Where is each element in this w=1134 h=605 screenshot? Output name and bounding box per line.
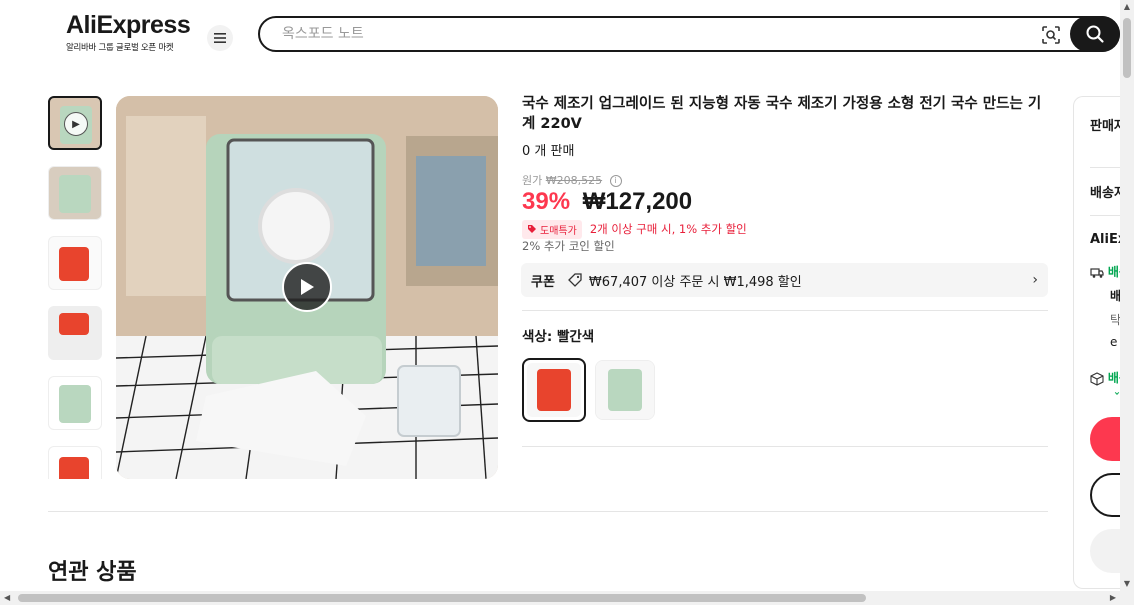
color-swatch-red[interactable] <box>522 358 586 422</box>
delivery-row: e <box>1110 335 1118 349</box>
main-product-image[interactable] <box>116 96 498 479</box>
scroll-thumb[interactable] <box>1123 18 1131 78</box>
thumbnail-product <box>59 457 89 479</box>
coupon-bar[interactable]: 쿠폰 ₩67,407 이상 주문 시 ₩1,498 할인 › <box>521 263 1048 297</box>
thumbnail-product <box>59 175 91 213</box>
wholesale-text: 2개 이상 구매 시, 1% 추가 할인 <box>589 222 747 236</box>
wholesale-row: 도매특가 2개 이상 구매 시, 1% 추가 할인 <box>522 219 747 239</box>
scroll-thumb[interactable] <box>18 594 866 602</box>
divider <box>522 310 1048 311</box>
related-products-title: 연관 상품 <box>48 560 137 585</box>
thumbnail-image[interactable] <box>48 446 102 479</box>
truck-icon <box>1090 267 1104 278</box>
swatch-product <box>608 369 642 411</box>
aliexpress-logo[interactable]: AliExpress 알리바바 그룹 글로벌 오픈 마켓 <box>66 11 191 53</box>
box-icon <box>1090 371 1104 386</box>
price-row: 39% ₩127,200 <box>522 188 692 216</box>
hamburger-icon <box>214 33 226 43</box>
thumbnail-video[interactable]: ▶ <box>48 96 102 150</box>
thumbnail-image[interactable] <box>48 166 102 220</box>
thumbnail-image[interactable] <box>48 236 102 290</box>
menu-button[interactable] <box>207 25 233 51</box>
logo-subtitle: 알리바바 그룹 글로벌 오픈 마켓 <box>66 43 174 53</box>
coin-discount: 2% 추가 코인 할인 <box>522 239 615 253</box>
scroll-up-arrow[interactable]: ▲ <box>1123 2 1131 12</box>
coupon-tag-icon <box>568 273 582 287</box>
image-search-button[interactable] <box>1040 24 1062 46</box>
tag-icon <box>528 225 536 233</box>
current-price: ₩127,200 <box>582 188 693 215</box>
search-icon <box>1086 25 1104 43</box>
color-label: 색상: 빨간색 <box>522 329 595 345</box>
thumbnail-list: ▶ <box>48 96 102 479</box>
swatch-product <box>537 369 571 411</box>
thumbnail-image[interactable] <box>48 306 102 360</box>
original-price-label: 원가 <box>522 174 543 187</box>
search-bar <box>258 16 1120 52</box>
section-divider <box>48 511 1048 512</box>
original-price: ₩208,525 <box>545 174 603 187</box>
image-search-icon <box>1042 26 1060 44</box>
coupon-text: ₩67,407 이상 주문 시 ₩1,498 할인 <box>588 274 802 290</box>
play-icon: ▶ <box>64 112 88 136</box>
horizontal-scrollbar[interactable]: ◀ ▶ <box>0 591 1134 605</box>
logo-text: AliExpress <box>66 11 191 39</box>
scroll-right-arrow[interactable]: ▶ <box>1110 593 1116 602</box>
wholesale-badge: 도매특가 <box>522 219 582 239</box>
product-title: 국수 제조기 업그레이드 된 지능형 자동 국수 제조기 가정용 소형 전기 국… <box>522 96 1042 132</box>
coupon-label: 쿠폰 <box>531 274 555 290</box>
scroll-left-arrow[interactable]: ◀ <box>4 593 10 602</box>
chevron-right-icon: › <box>1032 272 1038 288</box>
thumbnail-product <box>59 313 89 335</box>
discount-percent: 39% <box>522 188 571 215</box>
scroll-down-arrow[interactable]: ▼ <box>1123 579 1131 589</box>
swatch-image <box>527 363 581 417</box>
search-input[interactable] <box>282 24 982 44</box>
sold-count: 0 개 판매 <box>522 144 575 159</box>
search-button[interactable] <box>1070 16 1120 52</box>
thumbnail-product <box>59 247 89 281</box>
color-swatch-green[interactable] <box>595 360 655 420</box>
wholesale-badge-label: 도매특가 <box>540 225 577 237</box>
swatch-image <box>596 361 654 419</box>
vertical-scrollbar[interactable]: ▲ ▼ <box>1120 0 1134 591</box>
play-icon <box>301 279 314 295</box>
thumbnail-image[interactable] <box>48 376 102 430</box>
thumbnail-product <box>59 385 91 423</box>
info-icon[interactable]: i <box>609 175 622 187</box>
divider <box>522 446 1048 447</box>
original-price-row: 원가 ₩208,525 i <box>522 172 622 188</box>
video-play-button[interactable] <box>282 262 332 312</box>
